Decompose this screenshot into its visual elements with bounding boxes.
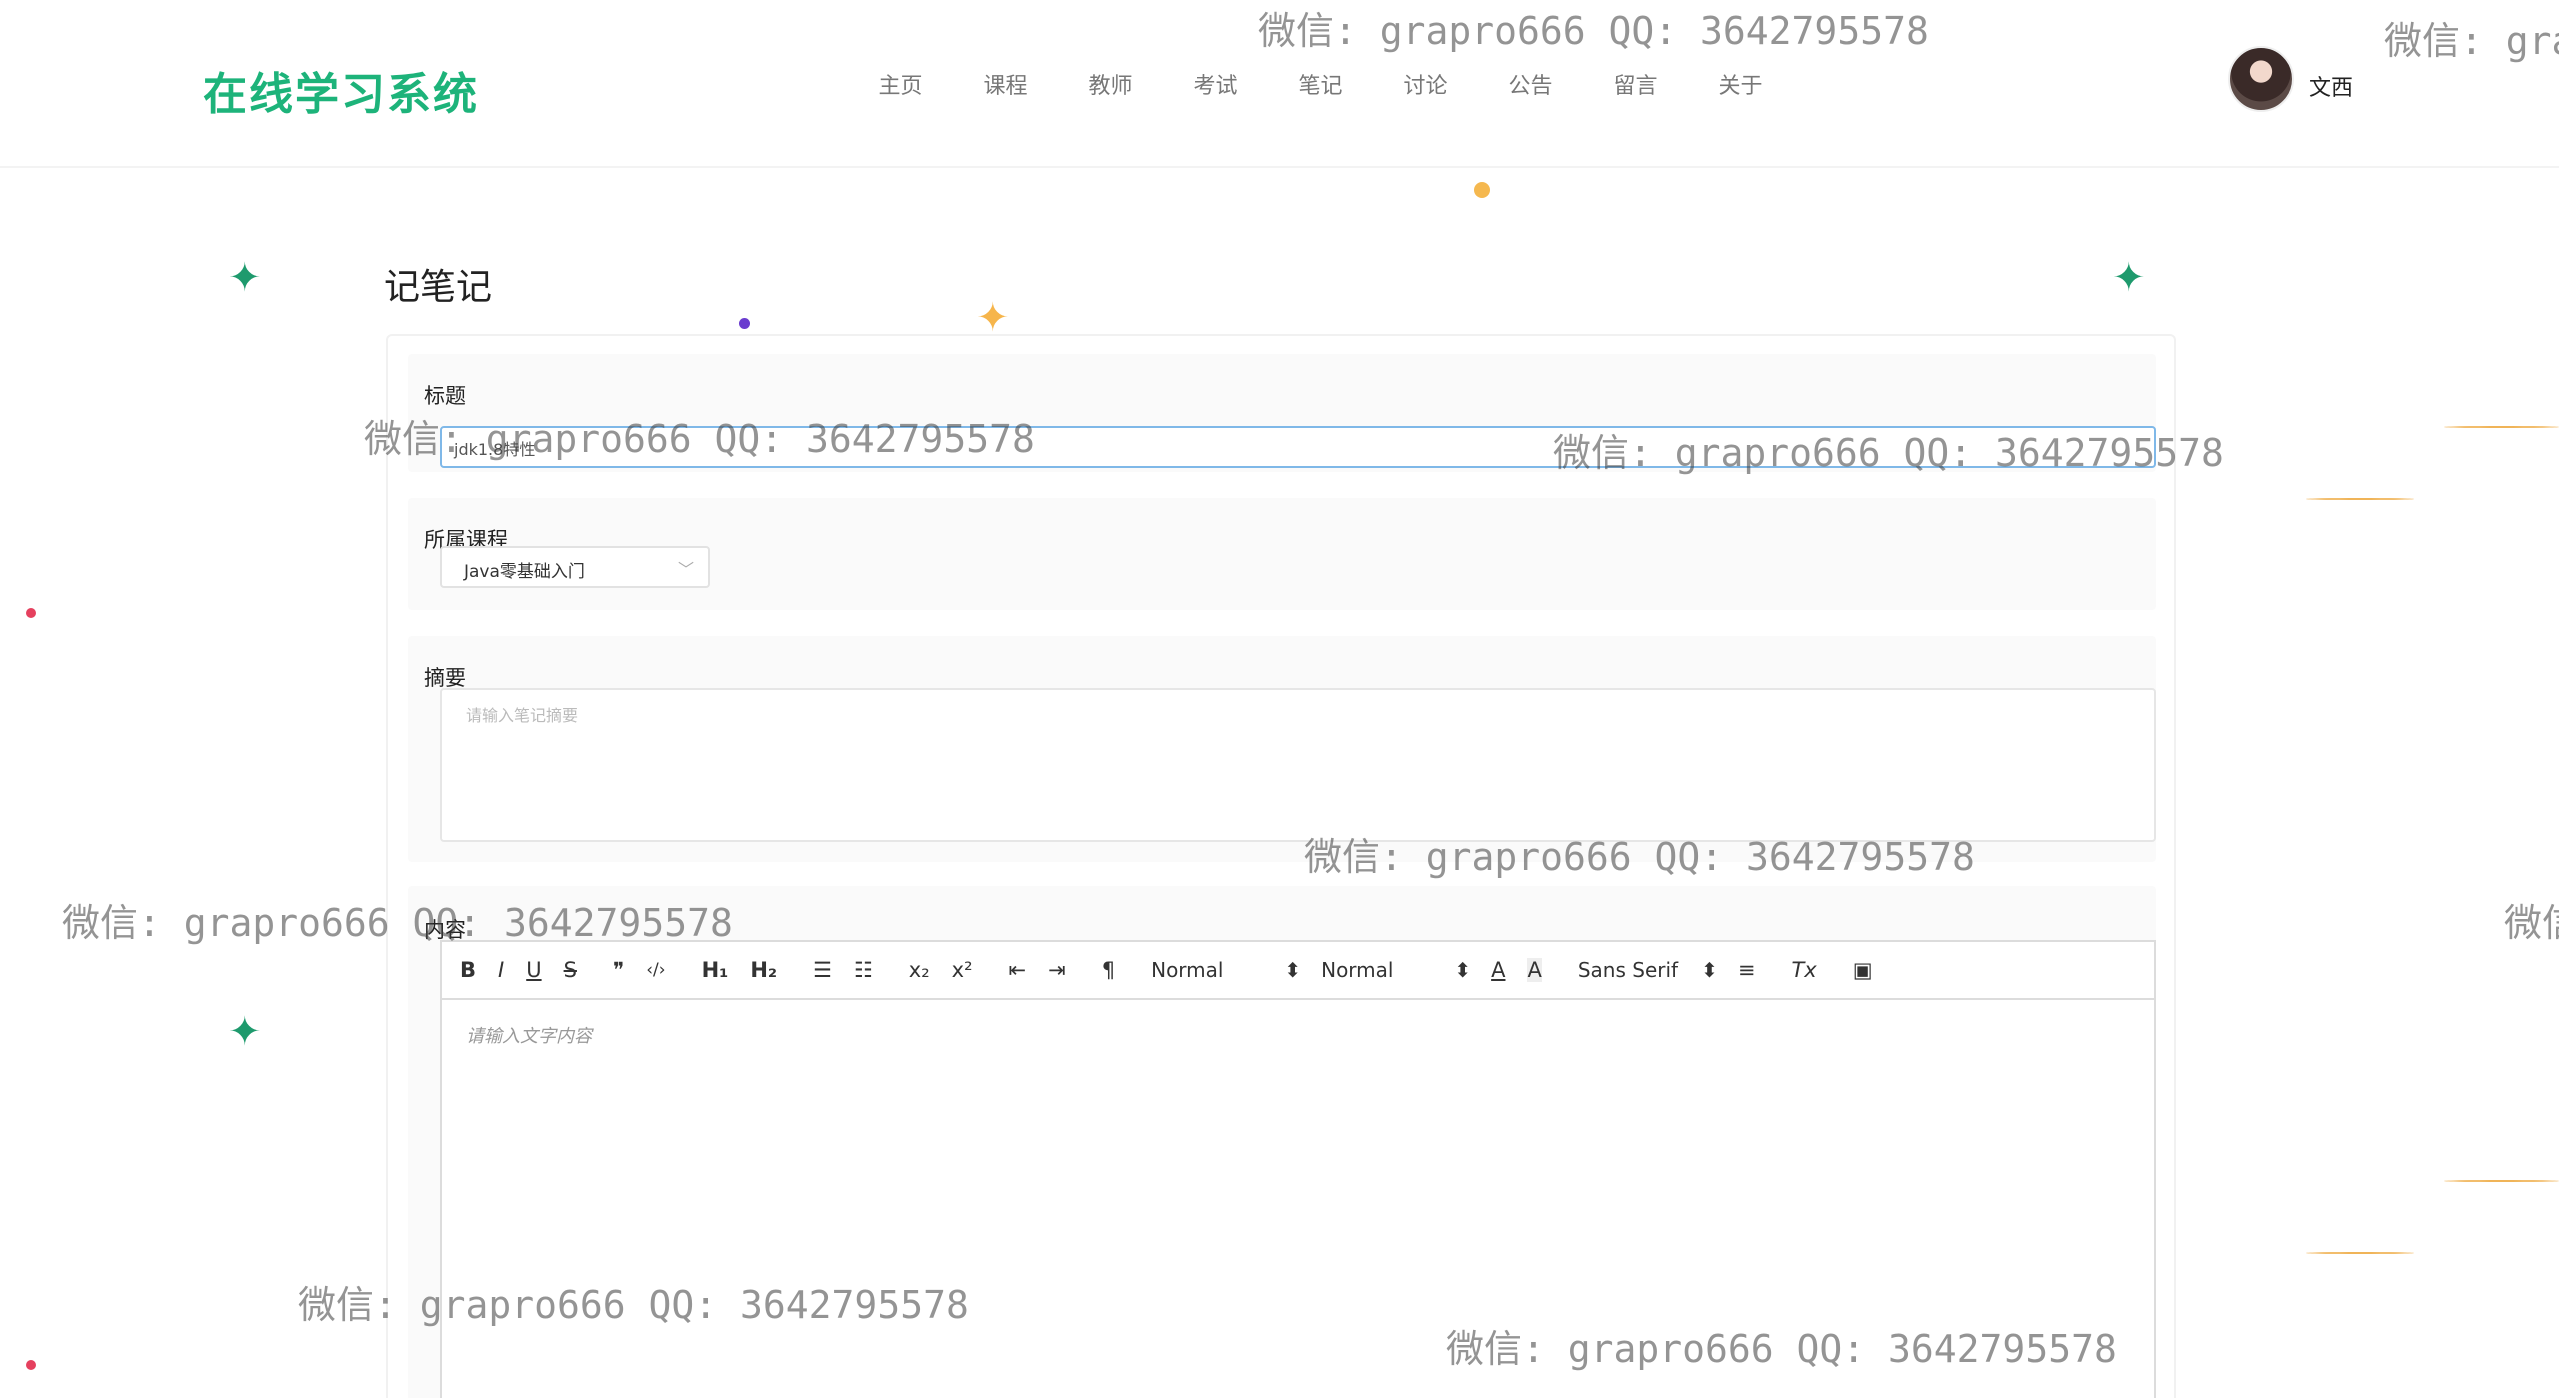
user-avatar[interactable] <box>2228 46 2294 112</box>
font-select-value: Sans Serif <box>1577 958 1679 982</box>
editor-toolbar: B I U S ❞ ‹/› H₁ H₂ ☰ ☷ x₂ x² ⇤ ⇥ ¶ Norm… <box>440 940 2156 1000</box>
summary-textarea[interactable]: 请输入笔记摘要 <box>440 688 2156 842</box>
code-block-button[interactable]: ‹/› <box>646 960 665 980</box>
summary-section: 摘要 请输入笔记摘要 <box>408 636 2156 862</box>
title-section: 标题 jdk1.8特性 <box>408 354 2156 472</box>
user-name[interactable]: 文西 <box>2309 70 2353 102</box>
title-label: 标题 <box>424 384 466 408</box>
decor-dot <box>739 318 750 329</box>
decor-arc <box>2444 426 2559 428</box>
main-nav: 主页 课程 教师 考试 笔记 讨论 公告 留言 关于 <box>848 68 1793 100</box>
strike-button[interactable]: S <box>564 958 577 982</box>
note-form-panel: 标题 jdk1.8特性 所属课程 Java零基础入门 ﹀ 摘要 请输入笔记摘要 … <box>386 334 2176 1398</box>
underline-button[interactable]: U <box>526 958 541 982</box>
header-select-value: Normal <box>1321 958 1394 982</box>
nav-item-about[interactable]: 关于 <box>1688 68 1793 100</box>
header-select[interactable]: Normal ⬍ <box>1321 958 1471 982</box>
insert-image-button[interactable]: ▣ <box>1853 958 1873 982</box>
decor-dot <box>1474 182 1490 198</box>
select-arrow-icon: ⬍ <box>1454 958 1472 982</box>
content-section: 内容 B I U S ❞ ‹/› H₁ H₂ ☰ ☷ x₂ x² ⇤ ⇥ ¶ N… <box>408 886 2156 1398</box>
text-direction-button[interactable]: ¶ <box>1102 958 1115 982</box>
nav-item-exams[interactable]: 考试 <box>1163 68 1268 100</box>
font-select[interactable]: Sans Serif ⬍ <box>1578 958 1718 982</box>
select-arrow-icon: ⬍ <box>1284 958 1302 982</box>
nav-item-messages[interactable]: 留言 <box>1583 68 1688 100</box>
content-editor[interactable]: 请输入文字内容 <box>440 1000 2156 1398</box>
bullet-list-button[interactable]: ☷ <box>854 958 873 982</box>
subscript-button[interactable]: x₂ <box>909 958 930 982</box>
sparkle-icon: ✦ <box>228 1009 262 1055</box>
superscript-button[interactable]: x² <box>952 958 973 982</box>
outdent-button[interactable]: ⇤ <box>1009 958 1027 982</box>
nav-item-courses[interactable]: 课程 <box>953 68 1058 100</box>
italic-button[interactable]: I <box>498 958 504 982</box>
course-select-value: Java零基础入门 <box>464 562 585 582</box>
sparkle-icon: ✦ <box>228 255 262 301</box>
decor-arc <box>2306 498 2414 500</box>
ordered-list-button[interactable]: ☰ <box>813 958 832 982</box>
background-color-button[interactable]: A <box>1527 958 1542 982</box>
watermark-text: 微信: grapro666 QQ: 3642795578 <box>2504 901 2559 945</box>
h2-button[interactable]: H₂ <box>750 958 777 982</box>
align-button[interactable]: ≡ <box>1738 958 1756 982</box>
nav-item-home[interactable]: 主页 <box>848 68 953 100</box>
size-select[interactable]: Normal ⬍ <box>1151 958 1301 982</box>
font-color-button[interactable]: A <box>1491 958 1505 982</box>
page: 在线学习系统 主页 课程 教师 考试 笔记 讨论 公告 留言 关于 文西 ✦ ✦… <box>0 0 2559 1398</box>
nav-item-notes[interactable]: 笔记 <box>1268 68 1373 100</box>
indent-button[interactable]: ⇥ <box>1048 958 1066 982</box>
bold-button[interactable]: B <box>460 958 476 982</box>
decor-arc <box>2306 1252 2414 1254</box>
sparkle-icon: ✦ <box>2112 255 2146 301</box>
site-logo[interactable]: 在线学习系统 <box>203 58 479 122</box>
chevron-down-icon: ﹀ <box>677 560 694 579</box>
clean-format-button[interactable]: Tx <box>1791 958 1816 982</box>
h1-button[interactable]: H₁ <box>702 958 729 982</box>
decor-dot <box>26 1360 36 1370</box>
blockquote-button[interactable]: ❞ <box>613 958 624 982</box>
course-select[interactable]: Java零基础入门 ﹀ <box>440 546 710 588</box>
page-title: 记笔记 <box>384 267 493 308</box>
star-icon: ✦ <box>976 295 1010 341</box>
select-arrow-icon: ⬍ <box>1701 958 1718 982</box>
nav-item-teachers[interactable]: 教师 <box>1058 68 1163 100</box>
top-header: 在线学习系统 主页 课程 教师 考试 笔记 讨论 公告 留言 关于 文西 <box>0 0 2559 168</box>
decor-dot <box>26 608 36 618</box>
nav-item-announcements[interactable]: 公告 <box>1478 68 1583 100</box>
decor-arc <box>2444 1180 2559 1182</box>
title-input[interactable]: jdk1.8特性 <box>440 426 2156 468</box>
size-select-value: Normal <box>1151 958 1224 982</box>
nav-item-discussion[interactable]: 讨论 <box>1373 68 1478 100</box>
